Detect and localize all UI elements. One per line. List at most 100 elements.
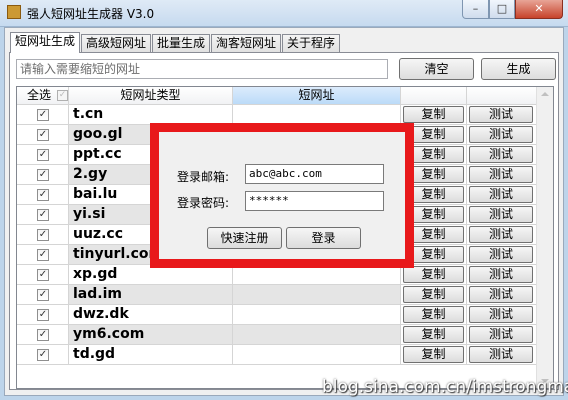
test-button[interactable]: 测试 [469,166,533,183]
test-button[interactable]: 测试 [469,246,533,263]
row-select-cell: ✓ [17,245,69,265]
copy-button[interactable]: 复制 [403,306,464,323]
test-cell: 测试 [467,225,537,245]
row-checkbox[interactable]: ✓ [37,169,49,181]
copy-cell: 复制 [401,305,467,325]
row-checkbox[interactable]: ✓ [37,309,49,321]
row-select-cell: ✓ [17,165,69,185]
tab-taoke[interactable]: 淘客短网址 [211,34,281,52]
test-button[interactable]: 测试 [469,226,533,243]
copy-button[interactable]: 复制 [403,286,464,303]
email-field[interactable]: abc@abc.com [245,164,384,184]
row-select-cell: ✓ [17,145,69,165]
copy-button[interactable]: 复制 [403,326,464,343]
minimize-button[interactable]: – [462,0,489,19]
test-cell: 测试 [467,265,537,285]
test-button[interactable]: 测试 [469,206,533,223]
login-button[interactable]: 登录 [286,227,361,249]
copy-cell: 复制 [401,285,467,305]
select-all-header[interactable]: 全选 ✓ [17,87,69,105]
short-url-type: xp.gd [69,265,233,285]
table-row: ✓ td.gd 复制 测试 [17,345,537,365]
tab-batch[interactable]: 批量生成 [152,34,210,52]
short-url-type: lad.im [69,285,233,305]
column-header-short-url[interactable]: 短网址 [233,87,401,105]
table-row: ✓ ym6.com 复制 测试 [17,325,537,345]
row-checkbox[interactable]: ✓ [37,149,49,161]
test-button[interactable]: 测试 [469,146,533,163]
row-select-cell: ✓ [17,305,69,325]
row-checkbox[interactable]: ✓ [37,229,49,241]
short-url-value [233,105,401,125]
row-checkbox[interactable]: ✓ [37,329,49,341]
test-cell: 测试 [467,345,537,365]
short-url-type: t.cn [69,105,233,125]
watermark: blog.sina.com.cn/imstrongman [322,377,568,397]
table-row: ✓ dwz.dk 复制 测试 [17,305,537,325]
test-cell: 测试 [467,105,537,125]
row-checkbox[interactable]: ✓ [37,109,49,121]
select-all-label: 全选 [27,88,52,102]
row-checkbox[interactable]: ✓ [37,129,49,141]
email-label: 登录邮箱: [177,170,230,184]
test-button[interactable]: 测试 [469,346,533,363]
column-header-type[interactable]: 短网址类型 [69,87,233,105]
copy-button[interactable]: 复制 [403,106,464,123]
row-select-cell: ✓ [17,205,69,225]
row-checkbox[interactable]: ✓ [37,269,49,281]
row-select-cell: ✓ [17,105,69,125]
row-checkbox[interactable]: ✓ [37,349,49,361]
app-icon [7,5,21,19]
test-cell: 测试 [467,125,537,145]
test-button[interactable]: 测试 [469,306,533,323]
short-url-type: td.gd [69,345,233,365]
test-cell: 测试 [467,185,537,205]
close-button[interactable]: ✕ [515,0,563,19]
test-button[interactable]: 测试 [469,326,533,343]
url-input[interactable] [16,59,388,79]
row-select-cell: ✓ [17,225,69,245]
copy-button[interactable]: 复制 [403,266,464,283]
row-checkbox[interactable]: ✓ [37,209,49,221]
test-button[interactable]: 测试 [469,106,533,123]
window-title: 强人短网址生成器 V3.0 [27,7,155,21]
tab-advanced[interactable]: 高级短网址 [81,34,151,52]
row-checkbox[interactable]: ✓ [37,289,49,301]
copy-cell: 复制 [401,105,467,125]
row-select-cell: ✓ [17,285,69,305]
maximize-button[interactable]: □ [489,0,515,19]
test-cell: 测试 [467,145,537,165]
vertical-scrollbar[interactable] [536,87,553,388]
title-bar: 强人短网址生成器 V3.0 – □ ✕ [0,0,568,27]
test-button[interactable]: 测试 [469,126,533,143]
column-header-copy [401,87,467,105]
tab-short-url[interactable]: 短网址生成 [10,32,80,53]
test-button[interactable]: 测试 [469,186,533,203]
row-checkbox[interactable]: ✓ [37,249,49,261]
test-cell: 测试 [467,165,537,185]
test-button[interactable]: 测试 [469,266,533,283]
scroll-up-icon[interactable] [541,92,549,96]
short-url-value [233,305,401,325]
generate-button[interactable]: 生成 [481,58,556,80]
login-dialog: 登录邮箱: abc@abc.com 登录密码: ****** 快速注册 登录 [150,123,414,268]
short-url-value [233,345,401,365]
select-all-checkbox[interactable]: ✓ [57,90,68,101]
tab-about[interactable]: 关于程序 [282,34,340,52]
test-button[interactable]: 测试 [469,286,533,303]
row-select-cell: ✓ [17,125,69,145]
copy-cell: 复制 [401,265,467,285]
row-select-cell: ✓ [17,265,69,285]
copy-cell: 复制 [401,325,467,345]
quick-register-button[interactable]: 快速注册 [207,227,282,249]
test-cell: 测试 [467,245,537,265]
test-cell: 测试 [467,325,537,345]
password-field[interactable]: ****** [245,191,384,211]
clear-button[interactable]: 清空 [399,58,474,80]
short-url-value [233,285,401,305]
copy-button[interactable]: 复制 [403,346,464,363]
test-cell: 测试 [467,305,537,325]
short-url-value [233,325,401,345]
short-url-value [233,265,401,285]
row-checkbox[interactable]: ✓ [37,189,49,201]
